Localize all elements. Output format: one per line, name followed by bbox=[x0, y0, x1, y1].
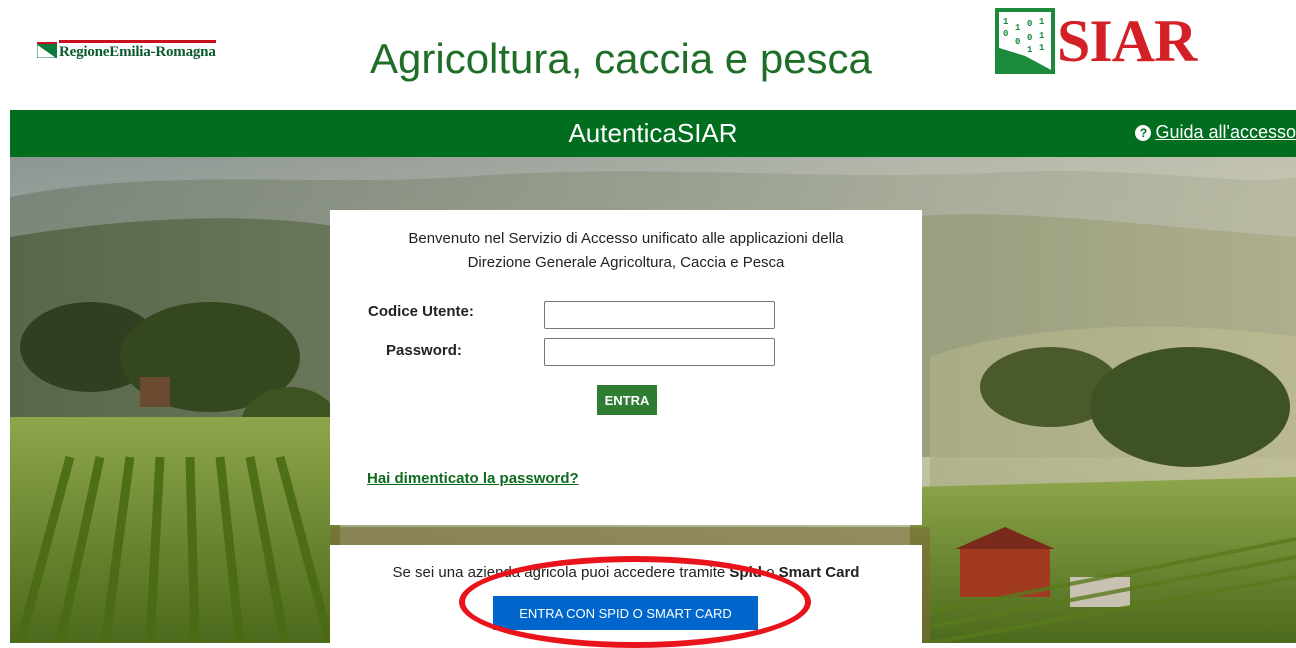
password-label: Password: bbox=[386, 342, 462, 359]
forgot-password-link[interactable]: Hai dimenticato la password? bbox=[367, 470, 579, 487]
svg-text:0: 0 bbox=[1027, 19, 1032, 29]
app-title: AutenticaSIAR bbox=[568, 118, 738, 148]
title-bar: AutenticaSIAR ? Guida all'accesso bbox=[10, 110, 1296, 157]
help-link[interactable]: ? Guida all'accesso bbox=[1135, 122, 1296, 143]
svg-text:1: 1 bbox=[1039, 17, 1045, 27]
svg-text:0: 0 bbox=[1015, 37, 1020, 47]
svg-text:0: 0 bbox=[1003, 29, 1008, 39]
smartcard-word: Smart Card bbox=[778, 564, 860, 581]
regione-logo[interactable]: RegioneEmilia-Romagna bbox=[37, 40, 216, 60]
svg-text:1: 1 bbox=[1039, 43, 1045, 53]
welcome-message: Benvenuto nel Servizio di Accesso unific… bbox=[330, 227, 922, 275]
login-submit-button[interactable]: ENTRA bbox=[597, 385, 657, 415]
site-title: Agricoltura, caccia e pesca bbox=[370, 35, 872, 82]
spid-word: Spid bbox=[729, 564, 762, 581]
svg-text:1: 1 bbox=[1003, 17, 1009, 27]
login-panel: Benvenuto nel Servizio di Accesso unific… bbox=[330, 210, 922, 525]
password-input[interactable] bbox=[544, 338, 775, 366]
page-header: RegioneEmilia-Romagna Agricoltura, cacci… bbox=[0, 0, 1296, 110]
siar-logo[interactable]: 1 0 1 0 1 0 1 1 0 1 SIAR bbox=[995, 8, 1197, 74]
spid-info-text: Se sei una azienda agricola puoi acceder… bbox=[392, 564, 860, 581]
siar-emblem-icon: 1 0 1 0 1 0 1 1 0 1 bbox=[995, 8, 1055, 74]
siar-logo-text: SIAR bbox=[1057, 8, 1197, 74]
help-link-label: Guida all'accesso bbox=[1155, 122, 1296, 142]
welcome-line-2: Direzione Generale Agricoltura, Caccia e… bbox=[467, 254, 785, 271]
welcome-line-1: Benvenuto nel Servizio di Accesso unific… bbox=[408, 230, 844, 247]
svg-text:0: 0 bbox=[1027, 33, 1032, 43]
svg-text:1: 1 bbox=[1027, 45, 1033, 55]
regione-name: RegioneEmilia-Romagna bbox=[59, 40, 216, 60]
user-code-label: Codice Utente: bbox=[368, 303, 474, 320]
regione-flag-icon bbox=[37, 42, 57, 58]
svg-text:1: 1 bbox=[1039, 31, 1045, 41]
spid-panel: Se sei una azienda agricola puoi acceder… bbox=[330, 545, 922, 643]
user-code-input[interactable] bbox=[544, 301, 775, 329]
question-circle-icon: ? bbox=[1135, 124, 1152, 141]
spid-smartcard-login-button[interactable]: ENTRA CON SPID O SMART CARD bbox=[493, 596, 758, 630]
svg-text:1: 1 bbox=[1015, 23, 1021, 33]
